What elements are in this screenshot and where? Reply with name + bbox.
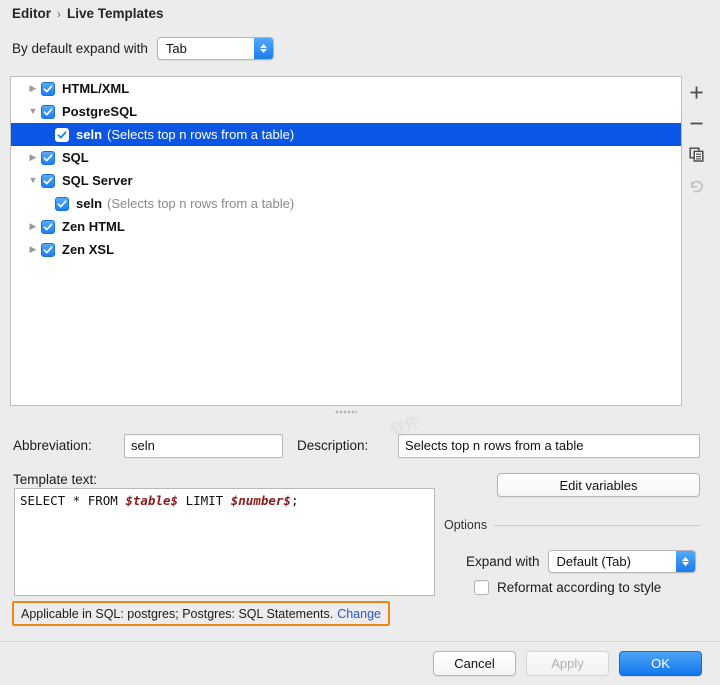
breadcrumb-leaf: Live Templates (67, 6, 164, 21)
template-variable: $table$ (125, 493, 179, 508)
minus-icon[interactable] (686, 113, 708, 133)
tree-row-name: SQL (62, 150, 89, 165)
tree-row-name: SQL Server (62, 173, 133, 188)
tree-row-name: HTML/XML (62, 81, 130, 96)
chevron-down-icon[interactable]: ▼ (25, 176, 41, 185)
tree-row[interactable]: ▶ SQL (11, 146, 681, 169)
change-context-link[interactable]: Change (337, 607, 381, 621)
tree-row[interactable]: seln (Selects top n rows from a table) (11, 123, 681, 146)
template-variable: $number$ (230, 493, 291, 508)
options-divider (494, 524, 700, 526)
default-expand-row: By default expand with Tab (12, 37, 274, 60)
tree-row[interactable]: ▼ SQL Server (11, 169, 681, 192)
applicable-context-bar: Applicable in SQL: postgres; Postgres: S… (12, 601, 390, 626)
tree-row-checkbox[interactable] (41, 104, 55, 119)
chevron-updown-icon (675, 551, 695, 572)
tree-row-name: PostgreSQL (62, 104, 138, 119)
template-token: ; (290, 493, 299, 508)
default-expand-select[interactable]: Tab (156, 37, 274, 60)
dialog-footer: Cancel Apply OK (0, 642, 720, 685)
tree-row-name: seln (76, 127, 103, 142)
tree-row-name: seln (76, 196, 103, 211)
breadcrumb-root[interactable]: Editor (12, 6, 51, 21)
expand-with-label: Expand with (466, 554, 540, 569)
options-group-header: Options (444, 518, 700, 532)
expand-with-select[interactable]: Default (Tab) (547, 550, 696, 573)
template-token: SELECT * FROM (20, 493, 126, 508)
expand-with-row: Expand with Default (Tab) (466, 550, 696, 573)
tree-row[interactable]: seln (Selects top n rows from a table) (11, 192, 681, 215)
description-label: Description: (297, 438, 369, 453)
chevron-right-icon[interactable]: ▶ (25, 153, 41, 162)
expand-with-value: Default (Tab) (556, 554, 631, 569)
chevron-right-icon[interactable]: ▶ (25, 222, 41, 231)
chevron-right-icon[interactable]: ▶ (25, 84, 41, 93)
tree-row-checkbox[interactable] (41, 150, 55, 165)
template-text-editor[interactable]: SELECT * FROM $table$ LIMIT $number$; (14, 488, 435, 596)
tree-row-checkbox[interactable] (55, 196, 69, 211)
tree-row[interactable]: ▶ Zen HTML (11, 215, 681, 238)
default-expand-value: Tab (165, 41, 187, 56)
chevron-updown-icon (253, 38, 273, 59)
applicable-context-text: Applicable in SQL: postgres; Postgres: S… (21, 606, 334, 621)
abbreviation-label: Abbreviation: (13, 438, 92, 453)
live-templates-tree[interactable]: ▶ HTML/XML ▼ PostgreSQL seln (Selects top n r… (10, 76, 682, 406)
reformat-row[interactable]: Reformat according to style (474, 580, 661, 595)
plus-icon[interactable] (686, 82, 708, 102)
template-text-label: Template text: (13, 472, 98, 487)
duplicate-icon[interactable] (686, 144, 708, 164)
description-input[interactable]: Selects top n rows from a table (398, 434, 700, 458)
options-title: Options (444, 518, 488, 532)
tree-row[interactable]: ▼ PostgreSQL (11, 100, 681, 123)
tree-row-description: (Selects top n rows from a table) (107, 127, 295, 142)
tree-row-name: Zen XSL (62, 242, 115, 257)
revert-icon (686, 175, 708, 195)
abbreviation-input[interactable]: seln (124, 434, 283, 458)
tree-row[interactable]: ▶ Zen XSL (11, 238, 681, 261)
reformat-label: Reformat according to style (497, 580, 662, 595)
cancel-button[interactable]: Cancel (433, 651, 516, 676)
tree-toolbar (683, 76, 710, 406)
tree-row-checkbox[interactable] (41, 242, 55, 257)
chevron-down-icon[interactable]: ▼ (25, 107, 41, 116)
tree-row-checkbox[interactable] (41, 81, 55, 96)
template-token: LIMIT (178, 493, 231, 508)
breadcrumb: Editor › Live Templates (12, 6, 164, 21)
apply-button: Apply (526, 651, 609, 676)
tree-row-name: Zen HTML (62, 219, 125, 234)
reformat-checkbox[interactable] (474, 580, 489, 595)
default-expand-label: By default expand with (12, 41, 148, 56)
tree-row-description: (Selects top n rows from a table) (107, 196, 295, 211)
chevron-right-icon[interactable]: ▶ (25, 245, 41, 254)
tree-row-checkbox[interactable] (55, 127, 69, 142)
tree-row-checkbox[interactable] (41, 173, 55, 188)
breadcrumb-separator-icon: › (57, 6, 61, 21)
edit-variables-button[interactable]: Edit variables (497, 473, 700, 497)
tree-row[interactable]: ▶ HTML/XML (11, 77, 681, 100)
ok-button[interactable]: OK (619, 651, 702, 676)
tree-row-checkbox[interactable] (41, 219, 55, 234)
panel-splitter[interactable] (10, 407, 682, 417)
splitter-grip-icon (335, 410, 357, 414)
